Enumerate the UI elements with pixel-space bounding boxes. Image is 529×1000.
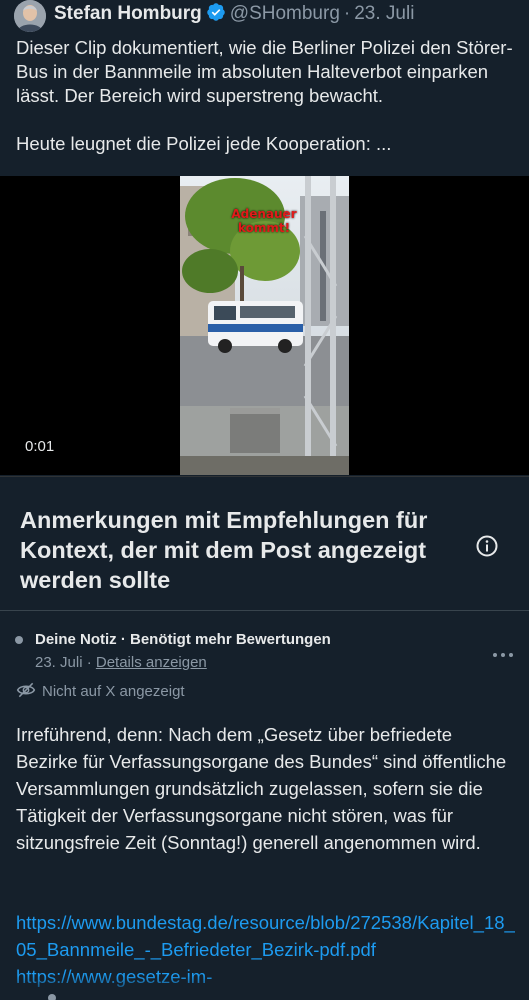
verified-badge-icon bbox=[206, 2, 226, 28]
status-dot bbox=[15, 636, 23, 644]
video-frame: Adenauer kommt! bbox=[180, 176, 349, 475]
not-shown-status: Nicht auf X angezeigt bbox=[16, 680, 185, 700]
author-line: Stefan Homburg @SHomburg · 23. Juli bbox=[54, 2, 414, 28]
info-circle-icon[interactable] bbox=[475, 534, 499, 558]
community-note: Deine Notiz · Benötigt mehr Bewertungen … bbox=[0, 612, 529, 1000]
video-player[interactable]: Adenauer kommt! 0:01 bbox=[0, 176, 529, 475]
note-date-line: 23. Juli · Details anzeigen bbox=[35, 654, 207, 671]
note-header: Anmerkungen mit Empfehlungen für Kontext… bbox=[0, 476, 529, 611]
note-section-title: Anmerkungen mit Empfehlungen für Kontext… bbox=[20, 507, 428, 593]
tweet-text: Dieser Clip dokumentiert, wie die Berlin… bbox=[16, 36, 516, 156]
note-link[interactable]: https://www.bundestag.de/resource/blob/2… bbox=[16, 909, 521, 963]
details-link[interactable]: Details anzeigen bbox=[96, 654, 207, 671]
eye-off-icon bbox=[16, 682, 42, 700]
separator: · bbox=[343, 3, 351, 24]
bottom-fade bbox=[0, 975, 529, 1000]
tweet-text-paragraph: Heute leugnet die Polizei jede Kooperati… bbox=[16, 133, 392, 154]
note-body: Irreführend, denn: Nach dem „Gesetz über… bbox=[16, 724, 507, 853]
avatar[interactable] bbox=[14, 0, 46, 32]
more-options-icon[interactable] bbox=[491, 647, 515, 657]
not-shown-label: Nicht auf X angezeigt bbox=[42, 683, 185, 700]
note-date: 23. Juli bbox=[35, 654, 83, 671]
tweet: Stefan Homburg @SHomburg · 23. Juli Dieser … bbox=[0, 0, 529, 176]
author-handle[interactable]: @SHomburg bbox=[230, 3, 340, 24]
author-name[interactable]: Stefan Homburg bbox=[54, 3, 202, 24]
tweet-date[interactable]: 23. Juli bbox=[354, 3, 414, 24]
tweet-text-paragraph: Dieser Clip dokumentiert, wie die Berlin… bbox=[16, 37, 513, 106]
video-timestamp: 0:01 bbox=[25, 438, 55, 455]
note-status: Deine Notiz · Benötigt mehr Bewertungen bbox=[35, 631, 331, 648]
separator: · bbox=[86, 654, 92, 671]
video-overlay-text: Adenauer kommt! bbox=[231, 207, 297, 235]
status-dot bbox=[48, 994, 56, 1000]
